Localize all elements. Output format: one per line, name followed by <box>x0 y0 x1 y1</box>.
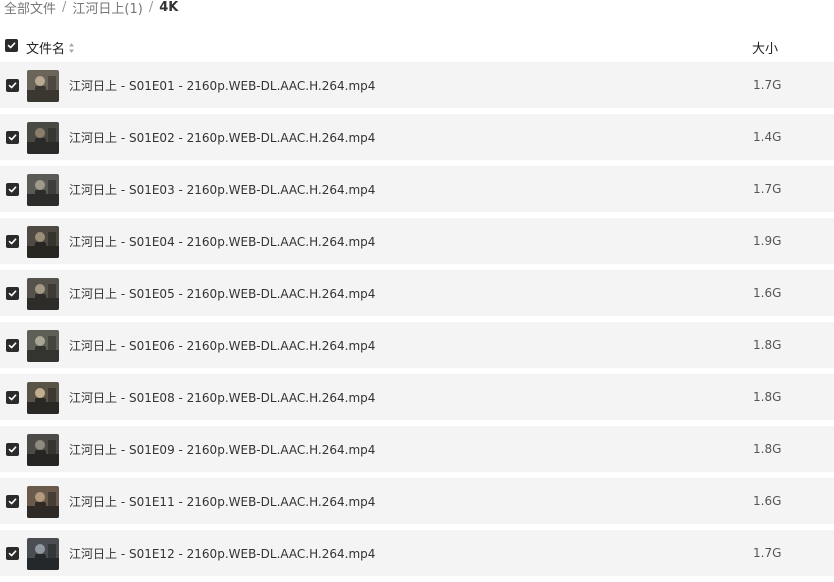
row-checkbox[interactable] <box>6 547 19 560</box>
check-icon <box>8 550 17 557</box>
file-name[interactable]: 江河日上 - S01E06 - 2160p.WEB-DL.AAC.H.264.m… <box>69 337 375 354</box>
video-thumbnail-icon[interactable] <box>27 174 59 206</box>
table-row[interactable]: 江河日上 - S01E06 - 2160p.WEB-DL.AAC.H.264.m… <box>0 322 834 368</box>
video-thumbnail-icon[interactable] <box>27 330 59 362</box>
file-size: 1.8G <box>753 390 782 404</box>
sort-icon[interactable] <box>68 42 75 54</box>
check-icon <box>8 446 17 453</box>
file-name[interactable]: 江河日上 - S01E09 - 2160p.WEB-DL.AAC.H.264.m… <box>69 441 375 458</box>
file-size: 1.6G <box>753 494 782 508</box>
table-row[interactable]: 江河日上 - S01E11 - 2160p.WEB-DL.AAC.H.264.m… <box>0 478 834 524</box>
table-row[interactable]: 江河日上 - S01E01 - 2160p.WEB-DL.AAC.H.264.m… <box>0 62 834 108</box>
file-size: 1.7G <box>753 182 782 196</box>
file-name[interactable]: 江河日上 - S01E03 - 2160p.WEB-DL.AAC.H.264.m… <box>69 181 375 198</box>
file-name[interactable]: 江河日上 - S01E01 - 2160p.WEB-DL.AAC.H.264.m… <box>69 77 375 94</box>
breadcrumb-item-folder[interactable]: 江河日上(1) <box>72 0 142 17</box>
check-icon <box>8 186 17 193</box>
breadcrumb: 全部文件 / 江河日上(1) / 4K <box>4 0 178 17</box>
file-name[interactable]: 江河日上 - S01E11 - 2160p.WEB-DL.AAC.H.264.m… <box>69 493 375 510</box>
column-header-name-label: 文件名 <box>26 42 66 57</box>
file-size: 1.8G <box>753 338 782 352</box>
check-icon <box>8 342 17 349</box>
check-icon <box>8 134 17 141</box>
file-name[interactable]: 江河日上 - S01E04 - 2160p.WEB-DL.AAC.H.264.m… <box>69 233 375 250</box>
table-row[interactable]: 江河日上 - S01E09 - 2160p.WEB-DL.AAC.H.264.m… <box>0 426 834 472</box>
file-size: 1.9G <box>753 234 782 248</box>
breadcrumb-current: 4K <box>159 0 179 15</box>
table-header: 文件名 大小 <box>0 34 834 58</box>
file-name[interactable]: 江河日上 - S01E02 - 2160p.WEB-DL.AAC.H.264.m… <box>69 129 375 146</box>
file-size: 1.8G <box>753 442 782 456</box>
select-all-checkbox[interactable] <box>5 39 18 52</box>
file-size: 1.6G <box>753 286 782 300</box>
breadcrumb-separator: / <box>62 0 67 15</box>
breadcrumb-item-all-files[interactable]: 全部文件 <box>4 0 56 17</box>
file-size: 1.4G <box>753 130 782 144</box>
breadcrumb-separator: / <box>148 0 154 15</box>
video-thumbnail-icon[interactable] <box>27 486 59 518</box>
row-checkbox[interactable] <box>6 287 19 300</box>
video-thumbnail-icon[interactable] <box>27 226 59 258</box>
video-thumbnail-icon[interactable] <box>27 538 59 570</box>
file-name[interactable]: 江河日上 - S01E08 - 2160p.WEB-DL.AAC.H.264.m… <box>69 389 375 406</box>
row-checkbox[interactable] <box>6 131 19 144</box>
video-thumbnail-icon[interactable] <box>27 70 59 102</box>
row-checkbox[interactable] <box>6 235 19 248</box>
table-row[interactable]: 江河日上 - S01E04 - 2160p.WEB-DL.AAC.H.264.m… <box>0 218 834 264</box>
row-checkbox[interactable] <box>6 443 19 456</box>
video-thumbnail-icon[interactable] <box>27 278 59 310</box>
check-icon <box>7 42 16 49</box>
file-name[interactable]: 江河日上 - S01E12 - 2160p.WEB-DL.AAC.H.264.m… <box>69 545 375 562</box>
video-thumbnail-icon[interactable] <box>27 382 59 414</box>
column-header-size[interactable]: 大小 <box>752 38 778 57</box>
video-thumbnail-icon[interactable] <box>27 434 59 466</box>
file-size: 1.7G <box>753 546 782 560</box>
file-name[interactable]: 江河日上 - S01E05 - 2160p.WEB-DL.AAC.H.264.m… <box>69 285 375 302</box>
row-checkbox[interactable] <box>6 183 19 196</box>
video-thumbnail-icon[interactable] <box>27 122 59 154</box>
check-icon <box>8 82 17 89</box>
check-icon <box>8 394 17 401</box>
table-row[interactable]: 江河日上 - S01E02 - 2160p.WEB-DL.AAC.H.264.m… <box>0 114 834 160</box>
file-list: 江河日上 - S01E01 - 2160p.WEB-DL.AAC.H.264.m… <box>0 62 834 582</box>
column-header-name[interactable]: 文件名 <box>26 38 75 57</box>
check-icon <box>8 290 17 297</box>
row-checkbox[interactable] <box>6 79 19 92</box>
table-row[interactable]: 江河日上 - S01E05 - 2160p.WEB-DL.AAC.H.264.m… <box>0 270 834 316</box>
row-checkbox[interactable] <box>6 391 19 404</box>
file-size: 1.7G <box>753 78 782 92</box>
table-row[interactable]: 江河日上 - S01E03 - 2160p.WEB-DL.AAC.H.264.m… <box>0 166 834 212</box>
row-checkbox[interactable] <box>6 495 19 508</box>
check-icon <box>8 498 17 505</box>
row-checkbox[interactable] <box>6 339 19 352</box>
table-row[interactable]: 江河日上 - S01E12 - 2160p.WEB-DL.AAC.H.264.m… <box>0 530 834 576</box>
table-row[interactable]: 江河日上 - S01E08 - 2160p.WEB-DL.AAC.H.264.m… <box>0 374 834 420</box>
check-icon <box>8 238 17 245</box>
